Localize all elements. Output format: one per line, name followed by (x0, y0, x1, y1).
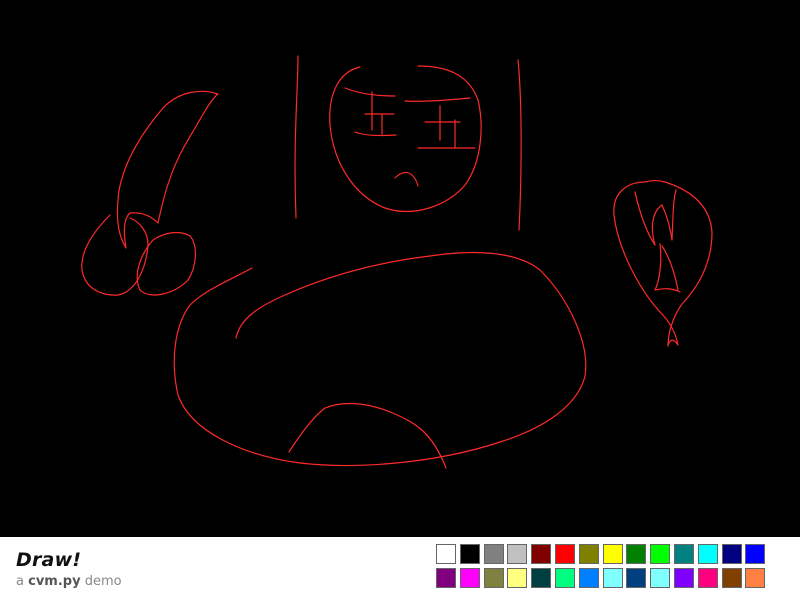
color-swatch[interactable] (722, 568, 742, 588)
color-swatch[interactable] (745, 568, 765, 588)
stroke-line-right (517, 59, 522, 231)
stroke-head (329, 65, 482, 212)
color-swatch[interactable] (460, 568, 480, 588)
app-subtitle: a cvm.py demo (16, 574, 122, 589)
color-swatch[interactable] (484, 544, 504, 564)
color-swatch[interactable] (531, 544, 551, 564)
stroke-body (173, 251, 587, 467)
stroke-leaf-inner (634, 189, 681, 293)
drawing-strokes (81, 55, 713, 469)
color-swatch[interactable] (507, 568, 527, 588)
color-swatch[interactable] (698, 568, 718, 588)
stroke-arm (116, 90, 219, 249)
color-swatch[interactable] (484, 568, 504, 588)
stroke-brow-left (344, 87, 396, 97)
color-swatch[interactable] (436, 568, 456, 588)
stroke-brow-right (404, 97, 471, 102)
color-swatch[interactable] (555, 544, 575, 564)
color-swatch[interactable] (674, 568, 694, 588)
app-title: Draw! (16, 549, 82, 571)
color-swatch[interactable] (626, 568, 646, 588)
subtitle-suffix: demo (80, 574, 122, 589)
stroke-leaf (613, 179, 713, 347)
color-swatch[interactable] (698, 544, 718, 564)
color-swatch[interactable] (674, 544, 694, 564)
color-swatch[interactable] (603, 568, 623, 588)
color-swatch[interactable] (579, 544, 599, 564)
subtitle-brand: cvm.py (28, 574, 81, 589)
color-swatch[interactable] (460, 544, 480, 564)
color-swatch[interactable] (650, 568, 670, 588)
color-swatch[interactable] (507, 544, 527, 564)
stroke-belly (288, 402, 447, 469)
bottom-toolbar: Draw! a cvm.py demo (0, 537, 800, 600)
color-swatch[interactable] (531, 568, 551, 588)
stroke-eye-left (354, 91, 397, 137)
drawing-canvas[interactable] (0, 0, 800, 537)
color-swatch[interactable] (603, 544, 623, 564)
color-swatch[interactable] (626, 544, 646, 564)
color-swatch[interactable] (650, 544, 670, 564)
color-swatch[interactable] (436, 544, 456, 564)
stroke-line-left (294, 55, 299, 219)
color-swatch[interactable] (579, 568, 599, 588)
color-palette (436, 544, 772, 592)
color-swatch[interactable] (745, 544, 765, 564)
stroke-fist-right (136, 231, 196, 296)
color-swatch[interactable] (555, 568, 575, 588)
stroke-mouth (394, 171, 419, 187)
color-swatch[interactable] (722, 544, 742, 564)
subtitle-prefix: a (16, 574, 29, 589)
stroke-eye-right (417, 105, 476, 149)
